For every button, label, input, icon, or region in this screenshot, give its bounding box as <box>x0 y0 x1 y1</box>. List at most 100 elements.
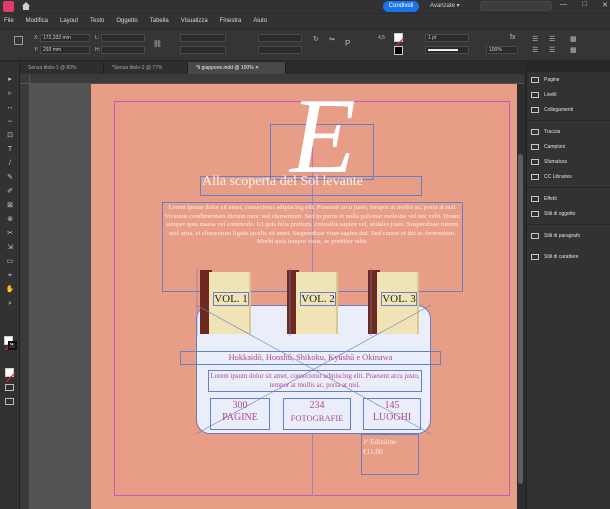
page-tool-icon[interactable]: ↔ <box>5 104 15 112</box>
menu-aiuto[interactable]: Aiuto <box>253 18 267 24</box>
menu-layout[interactable]: Layout <box>60 18 78 24</box>
panel-livelli[interactable]: Livelli <box>531 89 609 101</box>
stat-luoghi[interactable]: 145 LUOGHI <box>363 398 421 430</box>
stroke-type-select[interactable] <box>425 46 469 54</box>
panel-label: Livelli <box>544 92 557 98</box>
menu-bar: File Modifica Layout Testo Oggetto Tabel… <box>0 14 610 28</box>
direct-selection-tool-icon[interactable]: ▹ <box>5 90 15 98</box>
gap-tool-icon[interactable]: ⇔ <box>5 118 15 126</box>
line-tool-icon[interactable]: / <box>5 160 15 168</box>
menu-finestra[interactable]: Finestra <box>220 18 242 24</box>
panel-effetti[interactable]: Effetti <box>531 193 609 205</box>
panel-stili-oggetto[interactable]: Stili di oggetto <box>531 208 609 220</box>
panel-pagine[interactable]: Pagine <box>531 74 609 86</box>
rotation-field[interactable] <box>258 34 302 42</box>
width-field[interactable] <box>101 34 145 42</box>
content-collector-icon[interactable]: ⊡ <box>5 132 15 140</box>
link-constrain-icon[interactable]: ⛓ <box>153 40 162 48</box>
stat-pagine[interactable]: 300 PAGINE <box>210 398 270 430</box>
book-vol-3[interactable]: VOL. 3 <box>368 270 419 334</box>
stroke-line-preview <box>428 48 458 51</box>
stroke-weight-field[interactable]: 1 pt <box>425 34 469 42</box>
panel-stili-carattere[interactable]: Stili di carattere <box>531 251 609 263</box>
height-field[interactable] <box>101 46 145 54</box>
tab-senza-titolo-2[interactable]: *Senza titolo-2 @ 77% <box>104 62 188 74</box>
panel-menu-icon[interactable]: ☰ <box>532 35 538 43</box>
panel-dock-header[interactable] <box>527 62 610 72</box>
screen-mode-icon[interactable] <box>5 384 14 391</box>
close-icon[interactable]: ✕ <box>602 1 608 11</box>
maximize-icon[interactable]: □ <box>582 1 586 11</box>
grid-icon[interactable]: ▦ <box>570 46 577 54</box>
opacity-field[interactable]: 100% <box>486 46 518 54</box>
frame-fit-icon[interactable]: ☰ <box>549 46 555 54</box>
stroke-swatch-icon[interactable] <box>394 46 403 55</box>
reference-value: 4,5 <box>378 35 385 41</box>
tab-senza-titolo-1[interactable]: Senza titolo-1 @ 80% <box>20 62 104 74</box>
panel-cc-libraries[interactable]: CC Libraries <box>531 171 609 183</box>
pencil-tool-icon[interactable]: ✐ <box>5 188 15 196</box>
menu-testo[interactable]: Testo <box>90 18 104 24</box>
flip-icon[interactable]: ⇋ <box>329 35 335 43</box>
search-input[interactable] <box>480 1 552 11</box>
reference-point-icon[interactable] <box>14 36 23 45</box>
panel-collegamenti[interactable]: Collegamenti <box>531 104 609 116</box>
tab-il-giappone[interactable]: *il giappone.indd @ 100% ✕ <box>188 62 286 74</box>
fx-icon[interactable]: fx <box>510 34 515 41</box>
apply-none-icon[interactable] <box>5 368 16 383</box>
home-icon[interactable] <box>21 1 31 11</box>
share-button[interactable]: Condividi <box>383 1 419 12</box>
book-vol-2[interactable]: VOL. 2 <box>287 270 338 334</box>
vertical-ruler[interactable] <box>20 74 30 509</box>
p-transform-icon[interactable]: P <box>345 39 350 48</box>
workspace-select[interactable]: Avanzate ▾ <box>430 1 470 12</box>
minimize-icon[interactable]: — <box>560 1 567 11</box>
fill-swatch-icon[interactable] <box>394 33 405 48</box>
rectangle-frame-tool-icon[interactable]: ⊠ <box>5 202 15 210</box>
panel-label: Traccia <box>544 129 561 135</box>
selection-tool-icon[interactable]: ▸ <box>5 76 15 84</box>
menu-modifica[interactable]: Modifica <box>26 18 48 24</box>
menu-tabella[interactable]: Tabella <box>150 18 169 24</box>
rotate-icon[interactable]: ↻ <box>313 35 319 43</box>
distribute-icon[interactable]: ☰ <box>549 35 555 43</box>
rectangle-tool-icon[interactable]: ▭ <box>5 258 15 266</box>
tools-panel: ▸ ▹ ↔ ⇔ ⊡ T / ✎ ✐ ⊠ ⊗ ✂ ⇲ ▭ ⌖ ✋ ⌕ <box>0 62 20 509</box>
stroke-color-icon[interactable] <box>8 341 17 350</box>
zoom-tool-icon[interactable]: ⌕ <box>5 300 15 308</box>
app-logo <box>3 1 14 12</box>
ellipse-frame-tool-icon[interactable]: ⊗ <box>5 216 15 224</box>
menu-oggetto[interactable]: Oggetto <box>116 18 137 24</box>
panel-campioni[interactable]: Campioni <box>531 141 609 153</box>
hand-tool-icon[interactable]: ✋ <box>5 286 15 294</box>
regions-line[interactable]: Hokkaidō, Honshū, Shikoku, Kyūshū e Okin… <box>180 351 441 365</box>
scale-x-field[interactable] <box>180 34 226 42</box>
menu-file[interactable]: File <box>4 18 14 24</box>
shear-field[interactable] <box>258 46 302 54</box>
menu-visualizza[interactable]: Visualizza <box>181 18 208 24</box>
y-label: Y: <box>34 47 39 53</box>
panel-sfumatura[interactable]: Sfumatura <box>531 156 609 168</box>
pen-tool-icon[interactable]: ✎ <box>5 174 15 182</box>
close-icon[interactable]: ✕ <box>255 65 259 71</box>
vertical-scrollbar[interactable] <box>517 84 524 509</box>
preview-mode-icon[interactable] <box>5 398 14 405</box>
character-styles-icon <box>531 253 539 260</box>
scrollbar-thumb[interactable] <box>518 154 523 484</box>
type-tool-icon[interactable]: T <box>5 146 15 154</box>
panel-stili-paragrafo[interactable]: Stili di paragrafo <box>531 230 609 242</box>
scissors-tool-icon[interactable]: ✂ <box>5 230 15 238</box>
panel-traccia[interactable]: Traccia <box>531 126 609 138</box>
y-field[interactable]: 293 mm <box>40 46 90 54</box>
scale-y-field[interactable] <box>180 46 226 54</box>
wrap-icon[interactable]: ▦ <box>570 35 577 43</box>
free-transform-tool-icon[interactable]: ⇲ <box>5 244 15 252</box>
eyedropper-tool-icon[interactable]: ⌖ <box>5 272 15 280</box>
stat-fotografie[interactable]: 234 FOTOGRAFIE <box>283 398 351 430</box>
card-description[interactable]: Lorem ipsum dolor sit amet, consectetur … <box>208 370 422 392</box>
edition-frame[interactable]: 1ª Edizione €11,00 <box>361 434 419 475</box>
align-icon[interactable]: ☰ <box>532 46 538 54</box>
x-field[interactable]: 172,333 mm <box>40 34 90 42</box>
book-vol-1[interactable]: VOL. 1 <box>200 270 251 334</box>
ruler-origin[interactable] <box>20 74 30 84</box>
